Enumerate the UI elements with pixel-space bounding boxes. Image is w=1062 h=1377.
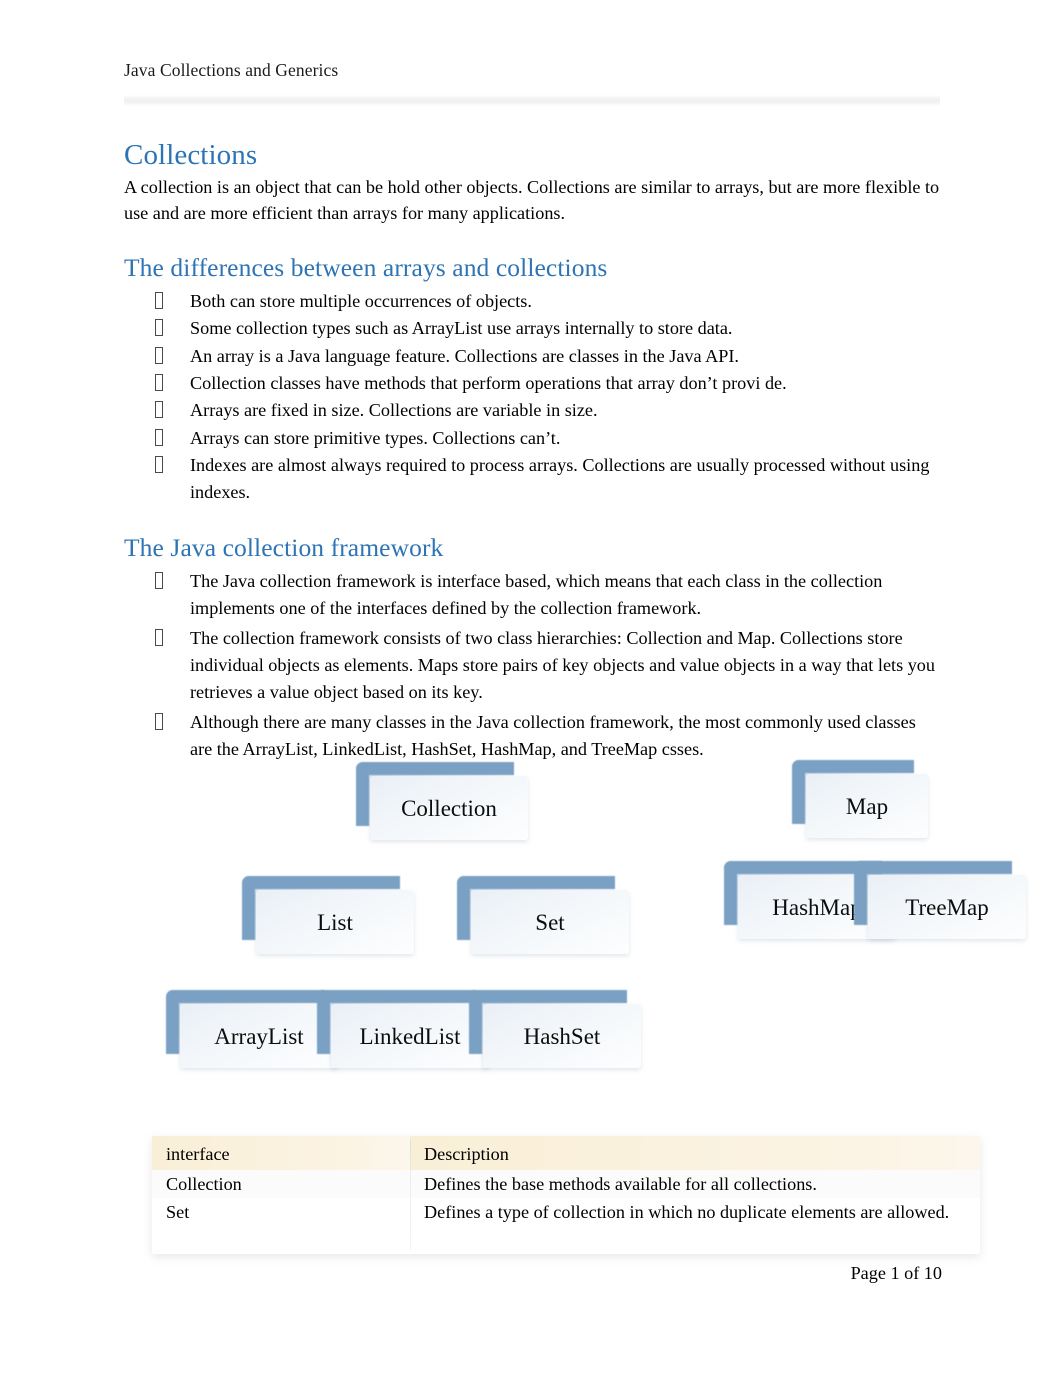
heading-java-collection-framework: The Java collection framework xyxy=(124,533,444,563)
list-item: Indexes are almost always required to pr… xyxy=(124,452,942,505)
cell-description: Defines a type of collection in which no… xyxy=(410,1198,980,1235)
diagram-node-linkedlist: LinkedList xyxy=(317,990,489,1068)
document-header: Java Collections and Generics xyxy=(124,60,940,82)
list-item: An array is a Java language feature. Col… xyxy=(124,343,942,369)
node-label: Map xyxy=(845,793,889,819)
node-card: LinkedList xyxy=(331,1004,489,1068)
diagram-node-arraylist: ArrayList xyxy=(166,990,338,1068)
node-card: Map xyxy=(806,774,928,838)
list-item-text: Some collection types such as ArrayList … xyxy=(190,318,733,339)
document-page: Java Collections and Generics Collection… xyxy=(0,0,1062,1377)
node-card: Collection xyxy=(370,776,528,840)
interface-description-table: interface Description Collection Defines… xyxy=(152,1136,980,1254)
document-footer: Page 1 of 10 xyxy=(124,1263,942,1284)
node-card: HashSet xyxy=(483,1004,641,1068)
node-label: LinkedList xyxy=(359,1023,461,1049)
list-item-text: Arrays can store primitive types. Collec… xyxy=(190,427,561,448)
column-header-interface: interface xyxy=(152,1136,410,1171)
node-label: ArrayList xyxy=(214,1023,304,1049)
collection-hierarchy-diagram: Collection List Set ArrayList LinkedList Hash… xyxy=(124,748,1026,1108)
header-title: Java Collections and Generics xyxy=(124,60,339,80)
table-row: Collection Defines the base methods avai… xyxy=(152,1170,980,1199)
node-label: List xyxy=(317,909,353,935)
list-differences: Both can store multiple occurrences of o… xyxy=(124,288,942,505)
table-header-row: interface Description xyxy=(152,1136,980,1171)
list-framework: The Java collection framework is interfa… xyxy=(124,568,942,764)
cell-interface: Collection xyxy=(152,1170,410,1199)
node-card: List xyxy=(256,890,414,954)
column-header-description: Description xyxy=(410,1136,980,1171)
bullet-box-icon xyxy=(155,291,163,309)
node-label: Set xyxy=(535,909,565,935)
paragraph-collections-intro: A collection is an object that can be ho… xyxy=(124,177,940,224)
node-label: TreeMap xyxy=(905,894,989,920)
node-card: ArrayList xyxy=(180,1004,338,1068)
node-label: Collection xyxy=(401,795,497,821)
bullet-box-icon xyxy=(155,319,163,337)
list-item: Some collection types such as ArrayList … xyxy=(124,315,942,341)
list-item: Arrays are fixed in size. Collections ar… xyxy=(124,397,942,423)
list-item: The collection framework consists of two… xyxy=(124,625,942,706)
bullet-box-icon xyxy=(155,571,163,589)
diagram-node-set: Set xyxy=(457,876,629,954)
list-item: Arrays can store primitive types. Collec… xyxy=(124,425,942,451)
bullet-box-icon xyxy=(155,374,163,392)
heading-collections: Collections xyxy=(124,139,258,171)
diagram-node-treemap: TreeMap xyxy=(854,861,1026,939)
bullet-box-icon xyxy=(155,629,163,646)
node-card: TreeMap xyxy=(868,875,1026,939)
heading-differences: The differences between arrays and colle… xyxy=(124,253,608,283)
list-item: Both can store multiple occurrences of o… xyxy=(124,288,942,314)
diagram-node-hashset: HashSet xyxy=(469,990,641,1068)
list-item-text: The collection framework consists of two… xyxy=(190,628,935,703)
list-item-text: An array is a Java language feature. Col… xyxy=(190,345,739,366)
list-item-text: The Java collection framework is interfa… xyxy=(190,570,883,618)
document-body: Collections A collection is an object th… xyxy=(124,140,942,767)
list-item-text: Arrays are fixed in size. Collections ar… xyxy=(190,400,598,421)
list-item-text: Indexes are almost always required to pr… xyxy=(190,455,930,502)
cell-interface: Set xyxy=(152,1198,410,1235)
table-column-divider xyxy=(410,1140,411,1250)
bullet-box-icon xyxy=(155,346,163,364)
list-item-text: Both can store multiple occurrences of o… xyxy=(190,290,532,311)
page-number-label: Page 1 of 10 xyxy=(850,1263,942,1283)
header-divider-rule xyxy=(124,95,940,106)
list-item: Collection classes have methods that per… xyxy=(124,370,942,396)
node-label: HashMap xyxy=(772,894,862,920)
table-row: Set Defines a type of collection in whic… xyxy=(152,1198,980,1235)
node-card: Set xyxy=(471,890,629,954)
bullet-box-icon xyxy=(155,713,163,731)
bullet-box-icon xyxy=(155,428,163,446)
node-label: HashSet xyxy=(523,1023,601,1049)
list-item: The Java collection framework is interfa… xyxy=(124,568,942,622)
bullet-box-icon xyxy=(155,456,163,474)
cell-description: Defines the base methods available for a… xyxy=(410,1170,980,1199)
diagram-node-collection: Collection xyxy=(356,762,528,840)
list-item-text: Collection classes have methods that per… xyxy=(190,373,787,394)
diagram-node-list: List xyxy=(242,876,414,954)
bullet-box-icon xyxy=(155,401,163,419)
diagram-node-map: Map xyxy=(792,760,928,838)
